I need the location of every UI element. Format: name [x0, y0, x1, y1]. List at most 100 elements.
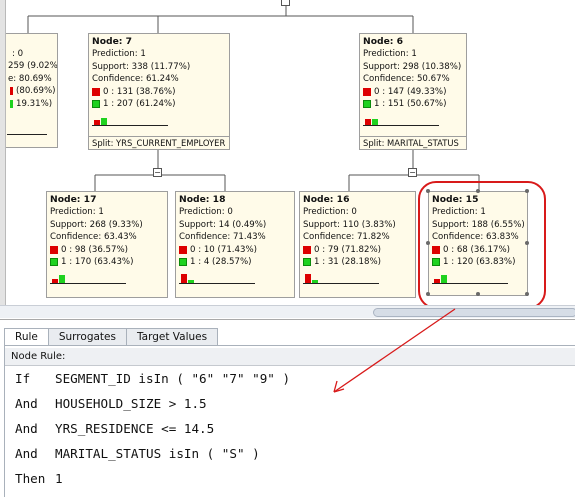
class-0-swatch: [50, 245, 58, 254]
rule-keyword: And: [15, 421, 38, 436]
partial-node-line: e: 80.69%: [8, 73, 52, 84]
tab-target-values[interactable]: Target Values: [125, 328, 219, 345]
tree-node-6[interactable]: Node: 6 Prediction: 1 Support: 298 (10.38%…: [359, 33, 467, 150]
node-7-collapse-toggle[interactable]: −: [153, 168, 162, 177]
node-details-panel: Rule Surrogates Target Values Node Rule:…: [0, 319, 575, 497]
node-confidence: Confidence: 61.24%: [92, 74, 179, 85]
class-0-count: 0 : 79 (71.82%): [314, 244, 381, 255]
rule-line: If SEGMENT_ID isIn ( "6" "7" "9" ): [15, 370, 290, 395]
node-support: Support: 268 (9.33%): [50, 219, 143, 230]
rule-line: And HOUSEHOLD_SIZE > 1.5: [15, 395, 290, 420]
histogram-axis: [7, 134, 47, 135]
root-collapse-toggle[interactable]: [281, 0, 290, 6]
partial-node-line: 19.31%): [16, 98, 53, 109]
rule-line: And MARITAL_STATUS isIn ( "S" ): [15, 445, 290, 470]
class-1-count: 1 : 4 (28.57%): [190, 257, 252, 268]
horizontal-scrollbar[interactable]: [0, 305, 575, 318]
histogram-axis: [179, 283, 255, 285]
node-split: Split: YRS_CURRENT_EMPLOYER: [89, 136, 229, 149]
rule-condition: YRS_RESIDENCE <= 14.5: [55, 421, 215, 436]
histogram-axis: [50, 283, 126, 285]
partial-node-line: : 0: [12, 49, 24, 59]
class-0-row: 0 : 131 (38.76%): [92, 86, 229, 98]
rule-keyword: And: [15, 446, 38, 461]
tree-node-7[interactable]: Node: 7 Prediction: 1 Support: 338 (11.77%…: [88, 33, 230, 150]
class-1-row: 1 : 31 (28.18%): [303, 256, 415, 268]
class-0-row: 0 : 79 (71.82%): [303, 244, 415, 256]
class-1-count: 1 : 170 (63.43%): [61, 257, 134, 268]
node-prediction: Prediction: 1: [92, 49, 146, 60]
rule-condition: HOUSEHOLD_SIZE > 1.5: [55, 396, 207, 411]
rule-line: Then 1: [15, 470, 290, 495]
histogram-bar-class-0: [305, 274, 311, 284]
class-1-row: 1 : 170 (63.43%): [50, 256, 167, 268]
class-1-swatch: [10, 99, 13, 108]
class-0-count: 0 : 10 (71.43%): [190, 244, 257, 255]
class-1-swatch: [363, 100, 371, 109]
node-title: Node: 16: [303, 194, 350, 205]
partial-node-line: (80.69%): [16, 86, 56, 97]
class-0-swatch: [92, 87, 100, 96]
rule-keyword: And: [15, 396, 38, 411]
rule-condition: SEGMENT_ID isIn ( "6" "7" "9" ): [55, 371, 291, 386]
class-0-swatch: [10, 87, 13, 96]
tree-node-16[interactable]: Node: 16 Prediction: 0 Support: 110 (3.83%…: [299, 191, 416, 298]
class-1-row: 1 : 207 (61.24%): [92, 98, 229, 110]
class-0-row: 0 : 147 (49.33%): [363, 86, 466, 98]
tree-node-partial[interactable]: : 0 259 (9.02%) e: 80.69% (80.69%) 19.31…: [0, 33, 58, 148]
histogram-axis: [363, 125, 439, 127]
histogram-bar-class-1: [101, 118, 107, 126]
histogram-axis: [303, 283, 379, 285]
node-prediction: Prediction: 0: [303, 207, 357, 218]
class-1-count: 1 : 31 (28.18%): [314, 257, 381, 268]
histogram-bar-class-1: [59, 275, 65, 284]
rule-text[interactable]: If SEGMENT_ID isIn ( "6" "7" "9" ) And HOUS…: [15, 370, 290, 495]
tab-rule[interactable]: Rule: [4, 328, 49, 345]
node-title: Node: 7: [92, 36, 133, 47]
node-6-collapse-toggle[interactable]: −: [408, 168, 417, 177]
node-prediction: Prediction: 1: [363, 49, 417, 60]
class-0-swatch: [363, 87, 371, 96]
rule-condition: 1: [55, 471, 63, 486]
rule-keyword: If: [15, 371, 31, 386]
node-support: Support: 298 (10.38%): [363, 61, 462, 72]
class-1-count: 1 : 207 (61.24%): [103, 99, 176, 110]
rule-line: And YRS_RESIDENCE <= 14.5: [15, 420, 290, 445]
node-confidence: Confidence: 50.67%: [363, 74, 450, 85]
class-1-count: 1 : 151 (50.67%): [374, 99, 447, 110]
rule-condition: MARITAL_STATUS isIn ( "S" ): [55, 446, 260, 461]
left-panel-edge: [0, 0, 6, 318]
tab-surrogates[interactable]: Surrogates: [47, 328, 127, 345]
tree-node-17[interactable]: Node: 17 Prediction: 1 Support: 268 (9.33%…: [46, 191, 168, 298]
class-0-count: 0 : 131 (38.76%): [103, 86, 176, 97]
node-title: Node: 17: [50, 194, 97, 205]
node-histogram: [363, 112, 466, 127]
node-support: Support: 338 (11.77%): [92, 61, 191, 72]
node-confidence: Confidence: 71.43%: [179, 232, 266, 243]
partial-node-line: 259 (9.02%): [8, 61, 58, 72]
class-0-count: 0 : 147 (49.33%): [374, 86, 447, 97]
histogram-axis: [92, 125, 168, 127]
node-confidence: Confidence: 71.82%: [303, 232, 390, 243]
class-0-row: 0 : 98 (36.57%): [50, 244, 167, 256]
class-0-swatch: [303, 245, 311, 254]
node-support: Support: 14 (0.49%): [179, 219, 267, 230]
details-tab-bar: Rule Surrogates Target Values: [4, 328, 219, 345]
node-support: Support: 110 (3.83%): [303, 219, 396, 230]
horizontal-scrollbar-thumb[interactable]: [373, 308, 575, 317]
class-1-swatch: [179, 258, 187, 267]
tree-node-18[interactable]: Node: 18 Prediction: 0 Support: 14 (0.49%)…: [175, 191, 295, 298]
node-title: Node: 18: [179, 194, 226, 205]
class-1-row: 1 : 151 (50.67%): [363, 98, 466, 110]
class-0-count: 0 : 98 (36.57%): [61, 244, 128, 255]
class-0-swatch: [179, 245, 187, 254]
node-histogram: [50, 270, 167, 285]
tree-canvas[interactable]: : 0 259 (9.02%) e: 80.69% (80.69%) 19.31…: [0, 0, 575, 318]
node-histogram: [179, 270, 294, 285]
class-1-swatch: [303, 258, 311, 267]
node-confidence: Confidence: 63.43%: [50, 232, 137, 243]
class-1-row: 1 : 4 (28.57%): [179, 256, 294, 268]
histogram-bar-class-0: [181, 274, 187, 284]
class-1-swatch: [50, 258, 58, 267]
node-prediction: Prediction: 0: [179, 207, 233, 218]
